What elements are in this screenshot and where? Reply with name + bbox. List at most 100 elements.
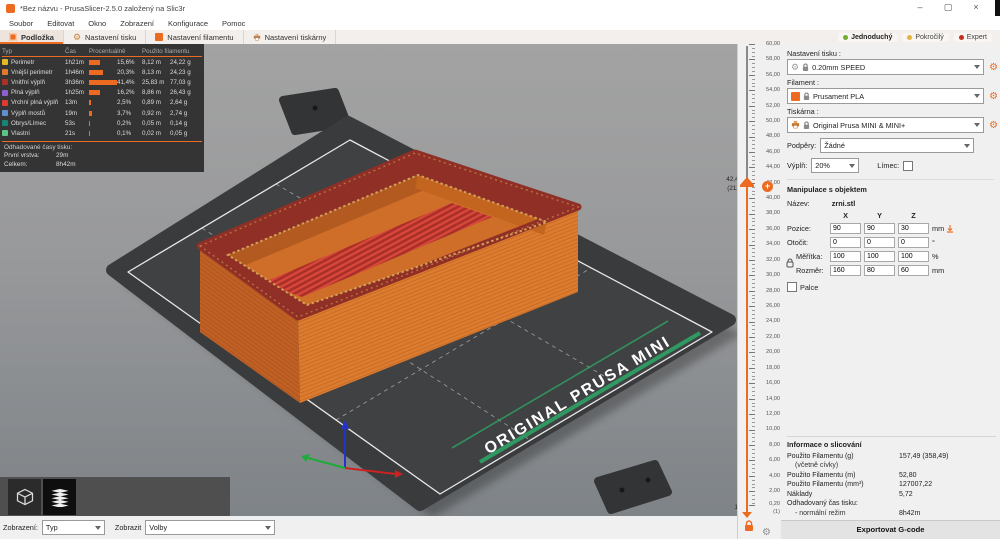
ruler-label: 54,00 bbox=[766, 87, 780, 94]
menu-soubor[interactable]: Soubor bbox=[2, 19, 40, 28]
feature-color-swatch bbox=[2, 99, 8, 106]
chevron-down-icon bbox=[94, 525, 101, 530]
print-settings-label: Nastavení tisku : bbox=[787, 49, 841, 58]
rotate-y-field[interactable] bbox=[864, 237, 895, 248]
tabbar: Podložka ⚙ Nastavení tisku Nastavení fil… bbox=[0, 30, 1000, 45]
brim-checkbox[interactable] bbox=[903, 160, 914, 171]
filament-select[interactable]: Prusament PLA bbox=[787, 88, 985, 104]
scale-x-field[interactable] bbox=[830, 251, 861, 262]
print-settings-select[interactable]: ⚙ 0.20mm SPEED bbox=[787, 59, 985, 75]
filament-color-icon bbox=[791, 91, 800, 101]
ruler-label: 40,00 bbox=[766, 195, 780, 201]
rotate-label: Otočit: bbox=[787, 238, 809, 247]
ruler-label: 22,00 bbox=[766, 333, 780, 340]
menu-konfigurace[interactable]: Konfigurace bbox=[161, 19, 215, 28]
ruler-label: 16,00 bbox=[766, 380, 780, 386]
tab-podlozka[interactable]: Podložka bbox=[0, 30, 64, 44]
filament-used-g: Použito Filamentu (g) 157,49 (358,49) bbox=[787, 452, 949, 460]
3d-viewport[interactable]: ORIGINAL PRUSA MINI Typ Čas Procentuálně… bbox=[0, 44, 737, 516]
supports-select[interactable]: Žádné bbox=[820, 138, 974, 153]
cost-row: Náklady 5,72 bbox=[787, 490, 913, 498]
tab-nastaveni-tiskarny[interactable]: Nastavení tiskárny bbox=[244, 30, 337, 44]
layer-slider-bottom-arrow[interactable] bbox=[742, 512, 752, 518]
layer-slider-handle[interactable] bbox=[740, 177, 754, 185]
drop-to-bed-icon[interactable] bbox=[946, 224, 954, 233]
close-button[interactable]: × bbox=[962, 0, 990, 16]
show-options-select[interactable]: Volby bbox=[145, 520, 276, 535]
ruler-label: 18,00 bbox=[766, 364, 780, 371]
object-name-label: Název: bbox=[787, 199, 810, 208]
inches-checkbox[interactable] bbox=[787, 282, 797, 292]
menu-zobrazeni[interactable]: Zobrazení bbox=[113, 19, 161, 28]
uniform-scale-lock-icon[interactable] bbox=[786, 258, 794, 268]
tab-nastaveni-filamentu[interactable]: Nastavení filamentu bbox=[146, 30, 244, 44]
layer-min-index: (1) bbox=[773, 509, 780, 515]
ruler-label: 26,00 bbox=[766, 302, 780, 309]
tab-nastaveni-tisku[interactable]: ⚙ Nastavení tisku bbox=[64, 30, 147, 44]
infill-label: Výplň: bbox=[787, 161, 808, 170]
ruler-label: 50,00 bbox=[766, 117, 780, 124]
prusaslicer-window: *Bez názvu - PrusaSlicer-2.5.0 založený … bbox=[0, 0, 1000, 539]
menu-pomoc[interactable]: Pomoc bbox=[215, 19, 252, 28]
menu-okno[interactable]: Okno bbox=[81, 19, 113, 28]
size-y-field[interactable] bbox=[864, 265, 895, 276]
object-name-value: zrni.stl bbox=[831, 199, 856, 208]
edit-print-settings-button[interactable]: ⚙ bbox=[987, 61, 1000, 74]
ruler-label: 12,00 bbox=[766, 410, 780, 417]
size-x-field[interactable] bbox=[830, 265, 861, 276]
menu-editovat[interactable]: Editovat bbox=[40, 19, 81, 28]
rotate-x-field[interactable] bbox=[830, 237, 861, 248]
ruler-label: 20,00 bbox=[766, 349, 780, 356]
add-color-change-button[interactable]: + bbox=[762, 181, 773, 192]
position-z-field[interactable] bbox=[898, 223, 929, 234]
gear-icon: ⚙ bbox=[72, 32, 82, 42]
rotate-z-field[interactable] bbox=[898, 237, 929, 248]
infill-select[interactable]: 20% bbox=[811, 158, 860, 173]
ruler-label: 34,00 bbox=[766, 241, 780, 248]
feature-color-swatch bbox=[2, 59, 8, 66]
first-layer-time: První vrstva: 29m bbox=[4, 152, 69, 159]
filament-used-m: Použito Filamentu (m) 52,80 bbox=[787, 471, 917, 479]
ruler-label: 28,00 bbox=[766, 287, 780, 294]
slider-settings-gear-icon[interactable]: ⚙ bbox=[762, 527, 771, 538]
chevron-down-icon bbox=[265, 525, 272, 530]
position-x-field[interactable] bbox=[830, 223, 861, 234]
filament-used-mm3: Použito Filamentu (mm³) 127007,22 bbox=[787, 481, 933, 488]
export-gcode-button[interactable]: Exportovat G-code bbox=[781, 520, 1000, 539]
mode-expert[interactable]: Expert bbox=[953, 32, 992, 42]
legend-row: Perimetr 1h21m 15,6% 8,12 m 24,22 g bbox=[0, 57, 204, 67]
menubar: Soubor Editovat Okno Zobrazení Konfigura… bbox=[0, 16, 1000, 30]
mode-jednoduchy[interactable]: Jednoduchý bbox=[838, 32, 898, 42]
lock-icon bbox=[803, 92, 810, 101]
feature-color-swatch bbox=[2, 69, 8, 76]
mode-pokrocily[interactable]: Pokročilý bbox=[902, 32, 949, 42]
ruler-label: 58,00 bbox=[766, 56, 780, 63]
filament-icon bbox=[155, 33, 164, 41]
supports-label: Podpěry: bbox=[787, 141, 817, 150]
cube-icon bbox=[16, 488, 33, 505]
layer-slider-track-upper[interactable] bbox=[746, 46, 748, 179]
edit-filament-button[interactable]: ⚙ bbox=[987, 90, 1000, 103]
scale-y-field[interactable] bbox=[864, 251, 895, 262]
maximize-button[interactable]: ▢ bbox=[934, 0, 962, 16]
inches-label: Palce bbox=[800, 282, 819, 292]
layer-min-value: 0,20 bbox=[769, 501, 780, 507]
minimize-button[interactable]: – bbox=[906, 0, 934, 16]
view-type-select[interactable]: Typ bbox=[41, 520, 105, 535]
legend-row: Výplň mostů 19m 3,7% 0,92 m 2,74 g bbox=[0, 108, 204, 118]
preview-view-button[interactable] bbox=[43, 478, 76, 515]
legend-row: Plná výplň 1h25m 16,2% 8,86 m 26,43 g bbox=[0, 88, 204, 98]
scale-z-field[interactable] bbox=[898, 251, 929, 262]
ruler-label: 24,00 bbox=[766, 318, 780, 325]
size-z-field[interactable] bbox=[898, 265, 929, 276]
lock-icon[interactable] bbox=[744, 520, 754, 532]
position-y-field[interactable] bbox=[864, 223, 895, 234]
ruler-label: 14,00 bbox=[766, 395, 780, 402]
yellow-dot-icon bbox=[907, 34, 913, 40]
ruler-label: 48,00 bbox=[766, 133, 780, 140]
edit-printer-button[interactable]: ⚙ bbox=[987, 119, 1000, 132]
editor-view-button[interactable] bbox=[8, 478, 41, 515]
legend-row: Vrchní plná výplň 13m 2,5% 0,89 m 2,64 g bbox=[0, 98, 204, 108]
layer-slider-track-lower[interactable] bbox=[746, 185, 748, 514]
printer-select[interactable]: Original Prusa MINI & MINI+ bbox=[787, 117, 985, 133]
